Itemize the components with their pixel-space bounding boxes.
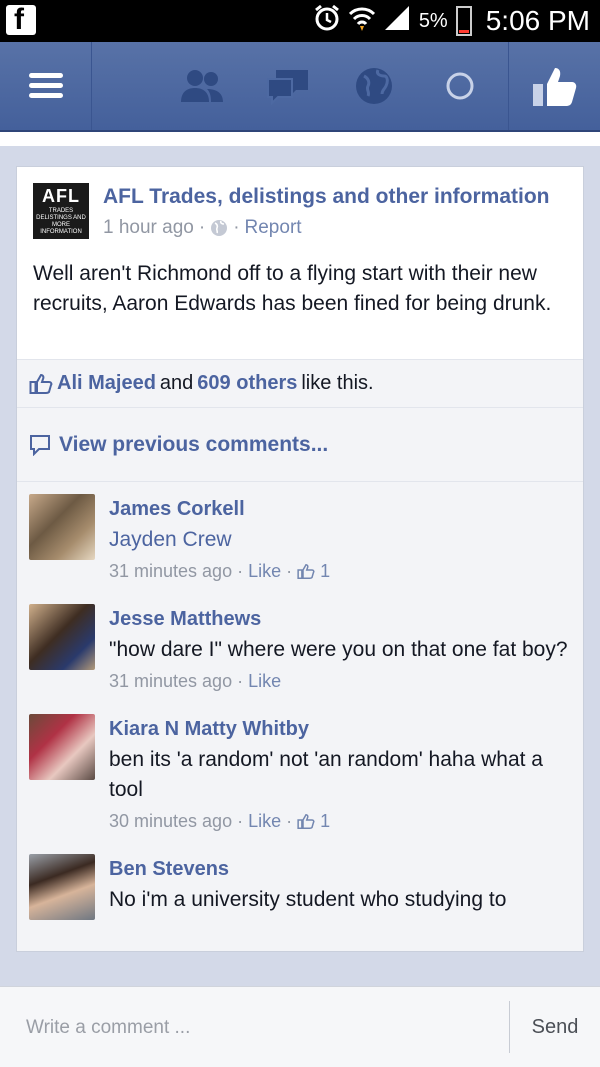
comment-like-count[interactable]: 1 — [320, 561, 330, 582]
thumbs-up-icon — [297, 563, 315, 579]
comment-time: 30 minutes ago — [109, 811, 233, 831]
like-comment-link[interactable]: Like — [248, 811, 281, 832]
comment-text: No i'm a university student who studying… — [109, 888, 507, 911]
commenter-name[interactable]: Kiara N Matty Whitby — [109, 718, 569, 741]
post-meta: 1 hour ago · · Report — [103, 217, 302, 239]
facebook-navbar — [0, 42, 600, 132]
comment-like-count[interactable]: 1 — [320, 811, 330, 832]
comment-text: "how dare I" where were you on that one … — [109, 638, 568, 661]
post-card: AFL TRADES DELISTINGS AND MORE INFORMATI… — [16, 166, 584, 952]
alarm-icon — [313, 4, 341, 38]
loading-indicator — [438, 64, 482, 108]
status-bar: f 5% 5:06 PM — [0, 0, 600, 42]
messages-button[interactable] — [266, 64, 310, 108]
page-avatar[interactable]: AFL TRADES DELISTINGS AND MORE INFORMATI… — [33, 183, 89, 239]
liker-name[interactable]: Ali Majeed — [57, 372, 156, 395]
comment: Ben Stevens No i'm a university student … — [17, 854, 583, 920]
comment: Jesse Matthews "how dare I" where were y… — [17, 604, 583, 692]
commenter-name[interactable]: James Corkell — [109, 498, 569, 521]
avatar[interactable] — [29, 854, 95, 920]
post: AFL TRADES DELISTINGS AND MORE INFORMATI… — [17, 167, 583, 359]
comment: Kiara N Matty Whitby ben its 'a random' … — [17, 714, 583, 832]
comments-list: James Corkell Jayden Crew 31 minutes ago… — [17, 481, 583, 951]
thumbs-up-icon — [297, 813, 315, 829]
post-text: Well aren't Richmond off to a flying sta… — [33, 262, 552, 315]
navbar-shadow — [0, 132, 600, 146]
notifications-button[interactable] — [352, 64, 396, 108]
loading-icon — [446, 72, 474, 100]
comment-meta: 31 minutes ago · Like · 1 — [109, 561, 331, 582]
signal-icon — [383, 4, 411, 38]
likes-summary[interactable]: Ali Majeed and 609 others like this. — [17, 359, 583, 407]
comment-bubble-icon — [30, 434, 50, 456]
send-button[interactable]: Send — [510, 987, 600, 1067]
like-page-button[interactable] — [508, 42, 600, 130]
facebook-notification-icon: f — [6, 3, 36, 36]
like-comment-link[interactable]: Like — [248, 671, 281, 692]
others-count-link[interactable]: 609 others — [197, 372, 297, 395]
battery-icon — [455, 6, 472, 36]
comment-composer: Send — [0, 986, 600, 1067]
thumbs-up-icon — [29, 373, 53, 394]
commenter-name[interactable]: Jesse Matthews — [109, 608, 569, 631]
like-icon — [532, 68, 576, 106]
comment-text: ben its 'a random' not 'an random' haha … — [109, 748, 543, 801]
comment-meta: 30 minutes ago · Like · 1 — [109, 811, 331, 832]
comment: James Corkell Jayden Crew 31 minutes ago… — [17, 494, 583, 582]
commenter-name[interactable]: Ben Stevens — [109, 858, 569, 881]
avatar[interactable] — [29, 604, 95, 670]
menu-icon — [28, 73, 63, 99]
comment-input[interactable] — [26, 1013, 496, 1043]
avatar[interactable] — [29, 494, 95, 560]
friend-requests-button[interactable] — [180, 64, 224, 108]
battery-percent: 5% — [418, 9, 448, 32]
notifications-globe-icon — [356, 68, 392, 104]
comment-time: 31 minutes ago — [109, 671, 233, 691]
public-globe-icon — [211, 220, 228, 236]
view-previous-comments[interactable]: View previous comments... — [17, 407, 583, 481]
comment-time: 31 minutes ago — [109, 561, 233, 581]
menu-button[interactable] — [0, 42, 92, 130]
friends-icon — [181, 70, 223, 102]
wifi-icon — [348, 4, 375, 38]
messages-icon — [267, 70, 308, 105]
comment-meta: 31 minutes ago · Like — [109, 671, 282, 692]
clock: 5:06 PM — [485, 5, 590, 36]
comment-text[interactable]: Jayden Crew — [109, 525, 569, 555]
page-name-link[interactable]: AFL Trades, delistings and other informa… — [103, 185, 550, 209]
avatar[interactable] — [29, 714, 95, 780]
post-time[interactable]: 1 hour ago — [103, 217, 194, 239]
like-comment-link[interactable]: Like — [248, 561, 281, 582]
report-link[interactable]: Report — [245, 217, 302, 239]
